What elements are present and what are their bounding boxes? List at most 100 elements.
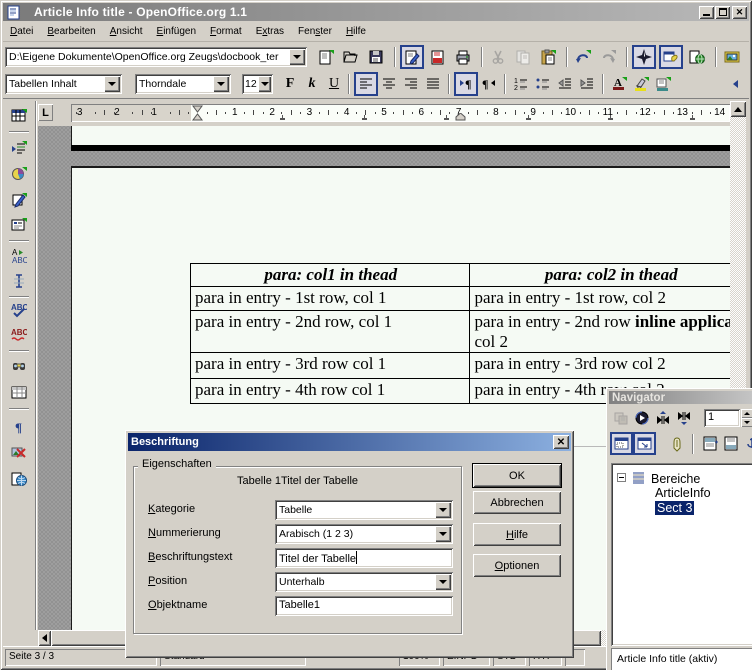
- paragraph-style-dropdown[interactable]: [104, 76, 120, 92]
- open-file-button[interactable]: [340, 46, 362, 68]
- menu-hilfe[interactable]: Hilfe: [339, 21, 373, 42]
- dialog-close-button[interactable]: ✕: [553, 435, 569, 449]
- undo-button[interactable]: [572, 46, 594, 68]
- load-url-field[interactable]: D:\Eigene Dokumente\OpenOffice.org Zeugs…: [5, 47, 307, 67]
- dialog-title-bar[interactable]: Beschriftung ✕: [128, 433, 571, 451]
- menu-einfgen[interactable]: Einfügen: [150, 21, 203, 42]
- tree-item-sect3[interactable]: Sect 3: [617, 501, 694, 515]
- online-layout-button[interactable]: [7, 467, 31, 491]
- next-button[interactable]: [673, 407, 694, 428]
- navigation-button[interactable]: [631, 407, 652, 428]
- redo-button[interactable]: [597, 46, 619, 68]
- save-document-button[interactable]: [365, 46, 387, 68]
- graphics-onoff-button[interactable]: [7, 441, 31, 465]
- paragraph-style-combo[interactable]: Tabellen Inhalt: [5, 74, 122, 94]
- table-cell[interactable]: para in entry - 2nd row inline applicati…: [470, 311, 730, 353]
- insert-object-button[interactable]: [7, 162, 31, 186]
- menu-datei[interactable]: Datei: [3, 21, 40, 42]
- new-document-button[interactable]: [315, 46, 337, 68]
- scroll-up-button[interactable]: [730, 101, 746, 117]
- optionen-button[interactable]: Optionen: [473, 554, 561, 577]
- autotext-button[interactable]: AABC: [7, 244, 31, 268]
- paragraph-background-button[interactable]: [652, 73, 674, 95]
- nonprinting-characters-button[interactable]: ¶: [7, 415, 31, 439]
- gallery-button[interactable]: [721, 46, 743, 68]
- stylist-button[interactable]: [659, 45, 683, 69]
- nummerierung-dropdown[interactable]: [435, 526, 451, 542]
- right-to-left-button[interactable]: ¶: [478, 73, 500, 95]
- menu-format[interactable]: Format: [203, 21, 249, 42]
- table-cell[interactable]: para in entry - 4th row col 1: [191, 379, 470, 404]
- spellcheck-button[interactable]: ABC: [7, 298, 31, 322]
- set-reminder-button[interactable]: [666, 433, 687, 454]
- left-to-right-button[interactable]: ¶: [454, 72, 478, 96]
- objektname-input[interactable]: Tabelle1: [275, 596, 453, 616]
- anchor-text-button[interactable]: [741, 433, 752, 454]
- page-spin-field[interactable]: 1: [704, 409, 740, 427]
- highlighting-button[interactable]: [630, 73, 652, 95]
- previous-button[interactable]: [652, 407, 673, 428]
- cut-button[interactable]: [487, 46, 509, 68]
- align-right-button[interactable]: [400, 73, 422, 95]
- scroll-left-button[interactable]: [38, 630, 51, 646]
- nummerierung-combo[interactable]: Arabisch (1 2 3): [275, 524, 453, 544]
- italic-button[interactable]: k: [302, 74, 322, 94]
- document-table[interactable]: para: col1 in theadpara: col2 in theadpa…: [190, 263, 730, 404]
- font-name-combo[interactable]: Thorndale: [135, 74, 231, 94]
- navigator-document-list[interactable]: Article Info title (aktiv): [611, 648, 752, 670]
- menu-ansicht[interactable]: Ansicht: [103, 21, 150, 42]
- align-justify-button[interactable]: [422, 73, 444, 95]
- url-dropdown-button[interactable]: [289, 49, 305, 65]
- menu-bearbeiten[interactable]: Bearbeiten: [40, 21, 102, 42]
- position-combo[interactable]: Unterhalb: [275, 572, 453, 592]
- ok-button[interactable]: OK: [473, 464, 561, 487]
- bold-button[interactable]: F: [280, 74, 300, 94]
- table-header-cell[interactable]: para: col1 in thead: [191, 264, 470, 287]
- export-pdf-button[interactable]: [427, 46, 449, 68]
- toggle-view-button[interactable]: [633, 432, 656, 455]
- tree-item-articleinfo[interactable]: ArticleInfo: [617, 486, 711, 500]
- table-cell[interactable]: para in entry - 1st row, col 2: [470, 287, 730, 311]
- horizontal-ruler[interactable]: 3211234567891011121314: [71, 104, 730, 122]
- navigator-button[interactable]: [632, 45, 656, 69]
- navigator-title-bar[interactable]: Navigator: [609, 391, 752, 404]
- navigator-panel[interactable]: Navigator 1 BereicheArticleInfoSect 3 Ar…: [606, 388, 752, 670]
- autospellcheck-button[interactable]: ABC: [7, 323, 31, 347]
- copy-button[interactable]: [512, 46, 534, 68]
- table-cell[interactable]: para in entry - 3rd row col 1: [191, 353, 470, 379]
- edit-file-button[interactable]: [400, 45, 424, 69]
- kategorie-combo[interactable]: Tabelle: [275, 500, 453, 520]
- page-spin-buttons[interactable]: [741, 409, 752, 427]
- direct-cursor-button[interactable]: [7, 269, 31, 293]
- align-left-button[interactable]: [354, 72, 378, 96]
- toggle-button[interactable]: [610, 407, 631, 428]
- right-indent-marker[interactable]: [455, 113, 466, 121]
- increase-indent-button[interactable]: [576, 73, 598, 95]
- abbrechen-button[interactable]: Abbrechen: [473, 491, 561, 514]
- paste-button[interactable]: [537, 46, 559, 68]
- insert-table-button[interactable]: [7, 104, 31, 128]
- table-header-cell[interactable]: para: col2 in thead: [470, 264, 730, 287]
- font-color-button[interactable]: A: [608, 73, 630, 95]
- find-replace-button[interactable]: [7, 354, 31, 378]
- font-size-combo[interactable]: 12: [242, 74, 273, 94]
- close-button[interactable]: ✕: [732, 6, 747, 19]
- insert-fields-button[interactable]: [7, 136, 31, 160]
- table-cell[interactable]: para in entry - 1st row, col 1: [191, 287, 470, 311]
- title-bar[interactable]: Article Info title - OpenOffice.org 1.1 …: [3, 3, 749, 21]
- beschriftungstext-input[interactable]: Titel der Tabelle: [275, 548, 453, 568]
- tree-item-bereiche[interactable]: Bereiche: [617, 470, 700, 486]
- left-indent-marker[interactable]: [192, 105, 203, 121]
- font-size-dropdown[interactable]: [258, 76, 271, 92]
- data-sources-button[interactable]: [7, 381, 31, 405]
- decrease-indent-button[interactable]: [554, 73, 576, 95]
- kategorie-dropdown[interactable]: [435, 502, 451, 518]
- draw-functions-button[interactable]: [7, 188, 31, 212]
- navigator-tree[interactable]: BereicheArticleInfoSect 3: [611, 463, 752, 646]
- font-name-dropdown[interactable]: [213, 76, 229, 92]
- hyperlink-dialog-button[interactable]: [686, 46, 708, 68]
- print-file-button[interactable]: [452, 46, 474, 68]
- footer-button[interactable]: [720, 433, 741, 454]
- form-functions-button[interactable]: [7, 213, 31, 237]
- underline-button[interactable]: U: [324, 74, 344, 94]
